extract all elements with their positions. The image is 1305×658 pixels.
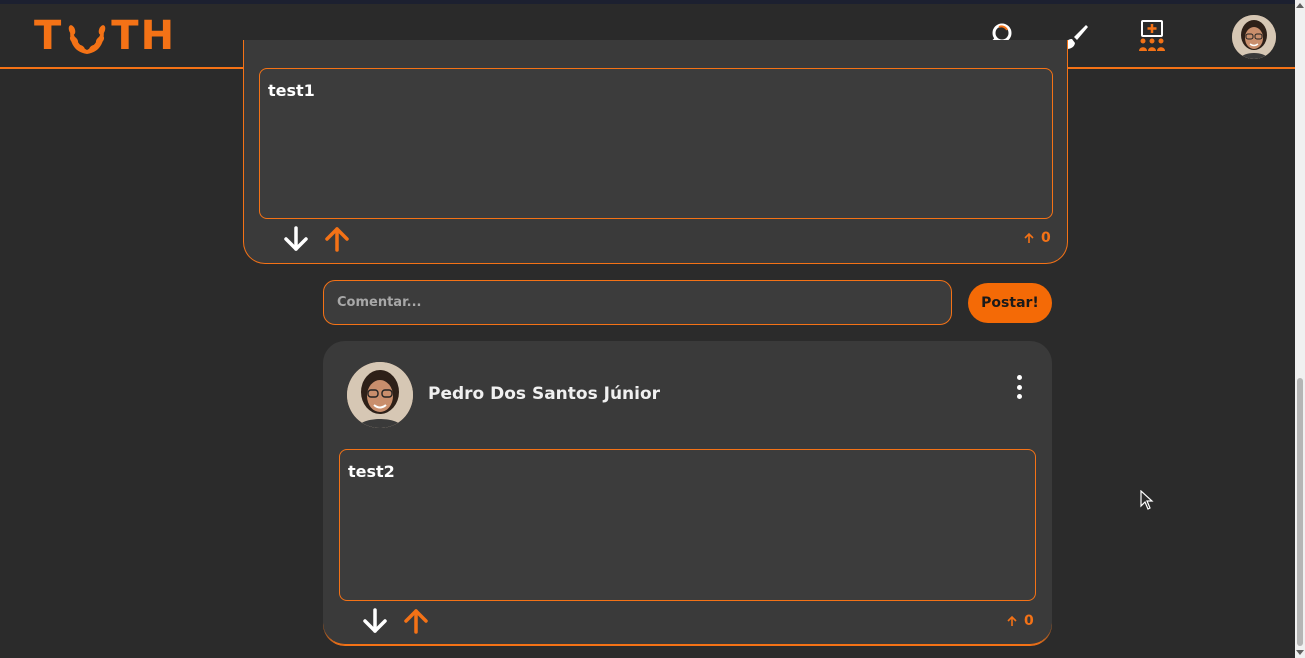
post-content-text: test1: [268, 81, 315, 100]
arrow-up-small-icon: [1007, 615, 1017, 626]
logo-letter-h: H: [140, 13, 177, 59]
logo-letter-t: T: [34, 13, 64, 59]
comment-score: 0: [1006, 613, 1034, 629]
comment-author-name[interactable]: Pedro Dos Santos Júnior: [428, 384, 660, 404]
more-vertical-icon[interactable]: [1011, 373, 1027, 401]
arrow-up-icon[interactable]: [401, 606, 431, 636]
arrow-down-icon[interactable]: [360, 606, 390, 636]
post-card: test1 0: [243, 40, 1068, 264]
post-content: test1: [259, 68, 1053, 219]
post-comment-button[interactable]: Postar!: [968, 283, 1052, 323]
comment-content-text: test2: [348, 462, 395, 481]
comment-content: test2: [339, 449, 1036, 601]
scrollbar-thumb[interactable]: [1297, 378, 1303, 646]
logo-letter-t-2: T: [111, 13, 141, 59]
scroll-down-icon[interactable]: [1296, 650, 1304, 655]
scroll-up-icon[interactable]: [1296, 3, 1304, 8]
comment-score-value: 0: [1024, 613, 1034, 629]
laurel-wreath-icon: [68, 25, 106, 54]
mouse-cursor-icon: [1140, 490, 1154, 510]
post-score-value: 0: [1041, 230, 1051, 246]
arrow-up-small-icon: [1024, 232, 1034, 243]
comment-card: Pedro Dos Santos Júnior test2 0: [323, 341, 1052, 646]
comment-author-avatar[interactable]: [347, 362, 413, 428]
arrow-down-icon[interactable]: [281, 224, 311, 254]
post-score: 0: [1023, 230, 1051, 246]
profile-avatar[interactable]: [1232, 15, 1276, 59]
arrow-up-icon[interactable]: [322, 224, 352, 254]
vertical-scrollbar[interactable]: [1295, 0, 1305, 658]
comment-input[interactable]: [323, 280, 952, 325]
community-add-icon[interactable]: [1136, 20, 1168, 52]
toth-logo[interactable]: T T H: [34, 14, 176, 58]
